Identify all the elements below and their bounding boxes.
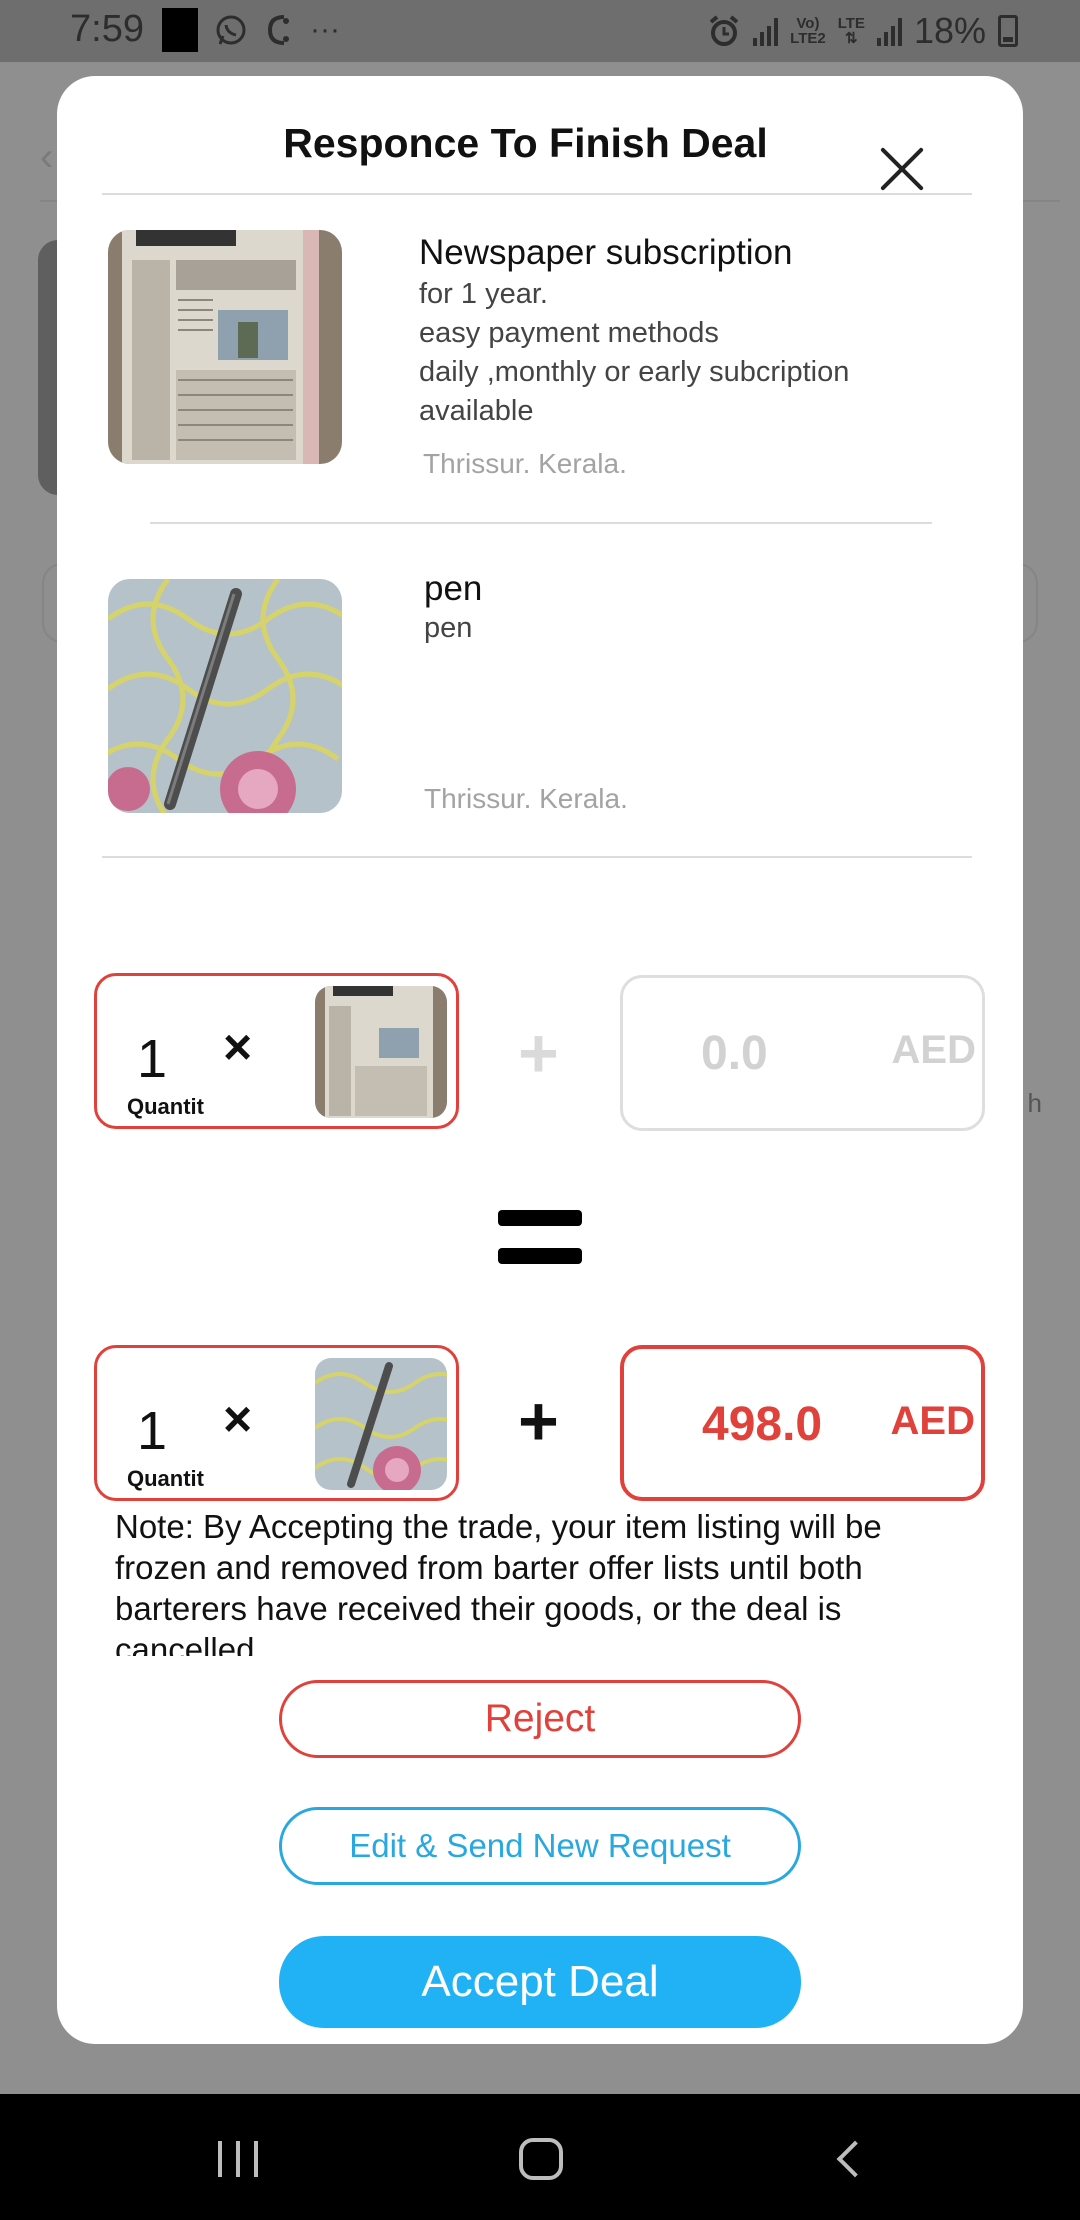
item-title: pen bbox=[424, 569, 483, 608]
item-description: pen bbox=[424, 612, 473, 644]
item-description: for 1 year. easy payment methods daily ,… bbox=[419, 278, 850, 427]
item-divider bbox=[150, 522, 932, 524]
newspaper-photo bbox=[315, 986, 447, 1118]
multiply-sign: × bbox=[223, 1019, 253, 1075]
newspaper-thumbnail bbox=[108, 230, 342, 464]
volte-bottom: LTE2 bbox=[790, 30, 826, 47]
status-time: 7:59 bbox=[70, 8, 144, 50]
volte-top: Vo) bbox=[796, 15, 820, 32]
amount-value: 498.0 bbox=[702, 1398, 823, 1451]
amount-value: 0.0 bbox=[701, 1027, 768, 1080]
quantity-label: Quantit bbox=[127, 1094, 204, 1119]
volte-label: Vo) LTE2 bbox=[790, 16, 826, 46]
multiply-sign: × bbox=[223, 1391, 253, 1447]
lte-label: LTE ⇅ bbox=[838, 16, 865, 46]
deal-response-dialog: Responce To Finish Deal Newspaper subscr… bbox=[57, 76, 1023, 2044]
title-divider bbox=[102, 193, 972, 195]
black-square-icon bbox=[162, 8, 198, 52]
more-icon: ··· bbox=[310, 13, 340, 46]
navigation-bar bbox=[0, 2094, 1080, 2220]
home-icon[interactable] bbox=[519, 2138, 563, 2180]
currency-label: AED bbox=[891, 1028, 976, 1072]
dialog-title: Responce To Finish Deal bbox=[283, 120, 768, 166]
plus-sign: + bbox=[518, 1014, 559, 1092]
signal-icon bbox=[753, 16, 779, 46]
back-icon[interactable] bbox=[830, 2142, 866, 2178]
system-icons: Vo) LTE2 LTE ⇅ 18% bbox=[707, 8, 1018, 54]
request-amount-box[interactable]: 498.0 AED bbox=[620, 1345, 985, 1501]
battery-icon bbox=[998, 15, 1018, 47]
pen-thumbnail bbox=[108, 579, 342, 813]
quantity-label: Quantit bbox=[127, 1466, 204, 1491]
lte-text: LTE bbox=[837, 15, 865, 32]
notification-icons: ··· bbox=[162, 8, 340, 52]
offer-amount-box[interactable]: 0.0 AED bbox=[620, 975, 985, 1131]
close-icon[interactable] bbox=[877, 144, 927, 194]
item-location: Thrissur. Kerala. bbox=[423, 448, 627, 479]
request-quantity-box[interactable]: 1 × Quantit bbox=[94, 1345, 459, 1501]
background-text: h bbox=[1027, 1088, 1042, 1118]
pen-photo bbox=[108, 579, 342, 813]
edit-send-request-button[interactable]: Edit & Send New Request bbox=[279, 1807, 801, 1885]
pen-photo bbox=[315, 1358, 447, 1490]
background-back-icon: ‹ bbox=[40, 135, 54, 179]
accept-deal-button[interactable]: Accept Deal bbox=[279, 1936, 801, 2028]
quantity-value: 1 bbox=[137, 1401, 168, 1461]
newspaper-photo bbox=[108, 230, 342, 464]
missed-call-icon bbox=[267, 15, 289, 45]
quantity-value: 1 bbox=[137, 1029, 168, 1089]
status-bar: 7:59 ··· Vo) LTE2 LTE ⇅ 18% bbox=[0, 0, 1080, 62]
plus-sign: + bbox=[518, 1382, 559, 1460]
recent-apps-icon[interactable] bbox=[218, 2141, 260, 2177]
offer-quantity-box[interactable]: 1 × Quantit bbox=[94, 973, 459, 1129]
reject-button[interactable]: Reject bbox=[279, 1680, 801, 1758]
battery-percent: 18% bbox=[913, 10, 986, 51]
item-location: Thrissur. Kerala. bbox=[424, 783, 628, 814]
item-title: Newspaper subscription bbox=[419, 233, 793, 272]
alarm-icon bbox=[709, 15, 739, 46]
data-arrows-icon: ⇅ bbox=[845, 30, 858, 47]
trade-note: Note: By Accepting the trade, your item … bbox=[115, 1508, 882, 1656]
items-bottom-divider bbox=[102, 856, 972, 858]
pen-mini-thumbnail bbox=[315, 1358, 447, 1490]
currency-label: AED bbox=[890, 1399, 975, 1443]
signal-icon-2 bbox=[876, 16, 902, 46]
whatsapp-icon bbox=[216, 15, 246, 45]
newspaper-mini-thumbnail bbox=[315, 986, 447, 1118]
equals-icon bbox=[498, 1210, 582, 1264]
